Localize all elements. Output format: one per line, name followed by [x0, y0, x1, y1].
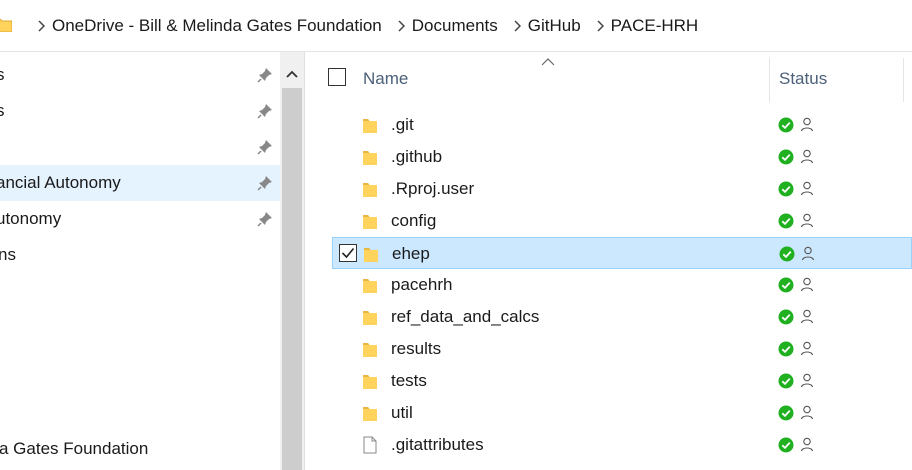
folder-icon [363, 183, 377, 197]
chevron-right-icon[interactable] [390, 0, 412, 52]
sync-ok-icon [778, 277, 794, 293]
folder-icon [0, 18, 12, 32]
nav-scrollbar[interactable] [280, 52, 304, 470]
sync-ok-icon [778, 373, 794, 389]
folder-icon [363, 151, 377, 165]
breadcrumb-onedrive[interactable]: OneDrive - Bill & Melinda Gates Foundati… [52, 16, 390, 36]
sync-ok-icon [778, 117, 794, 133]
file-row[interactable]: ehep [332, 237, 912, 269]
column-divider[interactable] [769, 58, 770, 102]
folder-icon [363, 375, 377, 389]
file-list: Name Status .git .github .Rproj.user config… [305, 52, 912, 470]
folder-icon [363, 279, 377, 293]
file-name: ref_data_and_calcs [391, 307, 540, 326]
folder-icon [363, 119, 377, 133]
file-row[interactable]: tests [332, 365, 912, 397]
breadcrumb-github[interactable]: GitHub [528, 16, 589, 36]
breadcrumb-pace-hrh[interactable]: PACE-HRH [611, 16, 707, 36]
file-row[interactable]: config [332, 205, 912, 237]
nav-item-gates-foundation[interactable]: a Gates Foundation [0, 431, 280, 467]
file-row[interactable]: results [332, 333, 912, 365]
nav-item-1[interactable]: s [0, 57, 280, 93]
sync-ok-icon [778, 309, 794, 325]
folder-icon [363, 311, 377, 325]
file-name: util [391, 403, 413, 422]
sync-ok-icon [778, 437, 794, 453]
column-header-name[interactable]: Name [363, 69, 408, 89]
sync-ok-icon [778, 149, 794, 165]
folder-icon [363, 407, 377, 421]
folder-icon [363, 215, 377, 229]
shared-user-icon [800, 309, 814, 324]
file-row[interactable]: ref_data_and_calcs [332, 301, 912, 333]
sync-ok-icon [778, 405, 794, 421]
file-name: ehep [392, 244, 430, 263]
folder-icon [363, 343, 377, 357]
file-name: tests [391, 371, 427, 390]
chevron-right-icon[interactable] [30, 0, 52, 52]
sync-ok-icon [779, 246, 795, 262]
file-name: config [391, 211, 437, 230]
file-name: .github [391, 147, 443, 166]
shared-user-icon [800, 213, 814, 228]
shared-user-icon [800, 277, 814, 292]
chevron-right-icon[interactable] [589, 0, 611, 52]
folder-icon [364, 248, 378, 262]
pin-icon[interactable] [256, 210, 274, 228]
nav-item-3[interactable] [0, 129, 280, 165]
file-row[interactable]: util [332, 397, 912, 429]
shared-user-icon [800, 117, 814, 132]
scrollbar-thumb[interactable] [282, 88, 302, 470]
nav-item-financial-autonomy[interactable]: ancial Autonomy [0, 165, 280, 201]
file-name: .git [391, 115, 414, 134]
column-divider[interactable] [903, 58, 904, 102]
shared-user-icon [801, 246, 815, 261]
sort-ascending-icon [541, 58, 555, 66]
chevron-right-icon[interactable] [506, 0, 528, 52]
file-name: pacehrh [391, 275, 453, 294]
navigation-pane: s s ancial Autonomy utonomy ns a Gates F… [0, 52, 280, 470]
file-row[interactable]: .gitattributes [332, 429, 912, 461]
shared-user-icon [800, 437, 814, 452]
shared-user-icon [800, 181, 814, 196]
breadcrumb-documents[interactable]: Documents [412, 16, 506, 36]
pin-icon[interactable] [256, 174, 274, 192]
nav-item-autonomy[interactable]: utonomy [0, 201, 280, 237]
file-name: results [391, 339, 442, 358]
row-checkbox[interactable] [339, 244, 357, 262]
column-header-status[interactable]: Status [779, 69, 827, 89]
nav-item-label: utonomy [0, 209, 62, 228]
pin-icon[interactable] [256, 66, 274, 84]
shared-user-icon [800, 405, 814, 420]
shared-user-icon [800, 149, 814, 164]
scroll-up-icon[interactable] [280, 62, 304, 86]
sync-ok-icon [778, 213, 794, 229]
file-name: .Rproj.user [391, 179, 475, 198]
nav-item-label: s [0, 65, 5, 84]
file-row[interactable]: pacehrh [332, 269, 912, 301]
nav-item-label: s [0, 101, 5, 120]
file-row[interactable]: .Rproj.user [332, 173, 912, 205]
sync-ok-icon [778, 341, 794, 357]
nav-item-label: ns [0, 245, 16, 264]
shared-user-icon [800, 341, 814, 356]
file-row[interactable]: .git [332, 109, 912, 141]
nav-item-label: ancial Autonomy [0, 173, 121, 192]
pin-icon[interactable] [256, 138, 274, 156]
breadcrumb: OneDrive - Bill & Melinda Gates Foundati… [30, 0, 706, 52]
shared-user-icon [800, 373, 814, 388]
address-bar[interactable]: OneDrive - Bill & Melinda Gates Foundati… [0, 0, 912, 52]
file-icon [363, 436, 377, 454]
column-header-row: Name Status [305, 52, 912, 110]
file-row[interactable]: .github [332, 141, 912, 173]
sync-ok-icon [778, 181, 794, 197]
file-name: .gitattributes [391, 435, 484, 454]
nav-item-6[interactable]: ns [0, 237, 280, 273]
nav-item-2[interactable]: s [0, 93, 280, 129]
pin-icon[interactable] [256, 102, 274, 120]
select-all-checkbox[interactable] [328, 68, 346, 86]
nav-item-label: a Gates Foundation [0, 439, 149, 458]
